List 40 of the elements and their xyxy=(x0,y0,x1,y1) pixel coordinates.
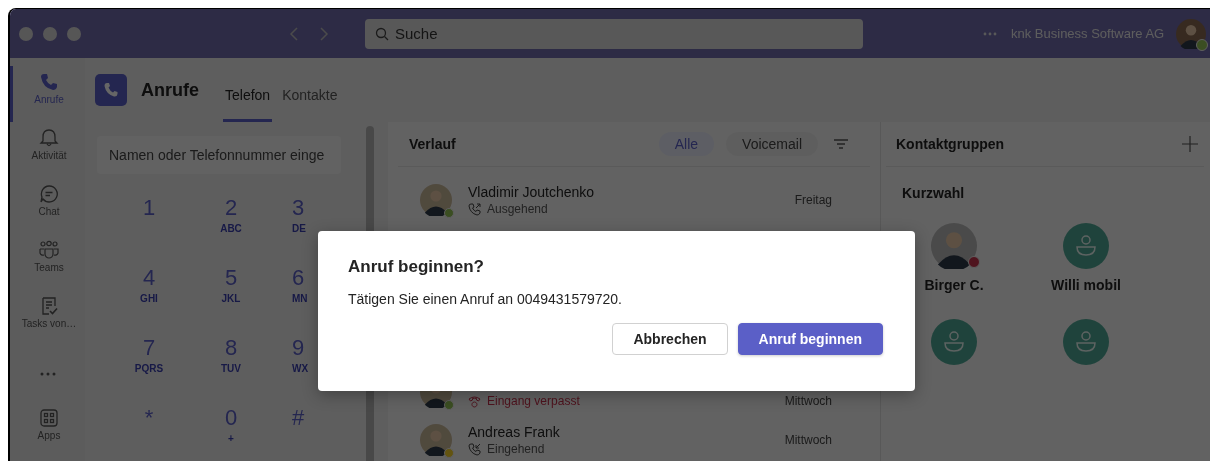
page-title: Anrufe xyxy=(141,79,199,101)
call-time: Mittwoch xyxy=(784,393,832,408)
filter-chip[interactable]: Voicemail xyxy=(726,132,818,156)
sidebar-item[interactable]: Chat xyxy=(10,178,85,234)
sidebar-item[interactable]: Anrufe xyxy=(10,66,85,122)
call-status: Eingang verpasst xyxy=(487,394,580,408)
dial-key[interactable]: 8 TUV xyxy=(210,334,252,386)
dialog-title: Anruf beginnen? xyxy=(348,257,484,277)
dial-key[interactable]: * xyxy=(128,404,170,456)
dial-key[interactable]: 1 xyxy=(128,194,170,246)
dial-key[interactable]: 5 JKL xyxy=(210,264,252,316)
contact-name: Vladimir Joutchenko xyxy=(468,184,596,200)
cancel-button[interactable]: Abbrechen xyxy=(612,323,728,355)
tab[interactable]: Kontakte xyxy=(280,66,340,122)
call-time: Mittwoch xyxy=(784,433,832,447)
contact-name: Andreas Frank xyxy=(468,424,561,440)
dial-key[interactable]: # xyxy=(292,404,316,456)
call-status: Ausgehend xyxy=(487,202,548,216)
contact-name[interactable]: Birger C. xyxy=(924,277,984,293)
dial-key[interactable]: 4 GHI xyxy=(128,264,170,316)
contact-groups-title: Kontaktgruppen xyxy=(895,136,1005,152)
search-field[interactable]: Suche xyxy=(365,18,863,49)
start-call-button[interactable]: Anruf beginnen xyxy=(737,323,883,355)
call-time: Freitag xyxy=(794,193,832,207)
filter-chip[interactable]: Alle xyxy=(658,132,715,156)
call-status: Eingehend xyxy=(487,442,545,456)
speed-dial-title: Kurzwahl xyxy=(901,184,966,201)
sidebar-item[interactable]: Apps xyxy=(10,402,85,458)
dial-key[interactable]: 0 + xyxy=(210,404,252,456)
phone-number-field[interactable]: Namen oder Telefonnummer einge xyxy=(97,136,341,174)
dialog-message: Tätigen Sie einen Anruf an 0049431579720. xyxy=(348,291,622,307)
tab[interactable]: Telefon xyxy=(223,66,273,122)
contact-name[interactable]: Willi mobil xyxy=(1051,277,1121,293)
dial-key[interactable]: 6 MN xyxy=(292,264,316,316)
history-title: Verlauf xyxy=(408,136,456,152)
sidebar-item[interactable]: Aktivität xyxy=(10,122,85,178)
dial-key[interactable]: 3 DE xyxy=(292,194,316,246)
dial-key[interactable]: 7 PQRS xyxy=(128,334,170,386)
dial-key[interactable]: 2 ABC xyxy=(210,194,252,246)
dial-key[interactable]: 9 WX xyxy=(292,334,316,386)
